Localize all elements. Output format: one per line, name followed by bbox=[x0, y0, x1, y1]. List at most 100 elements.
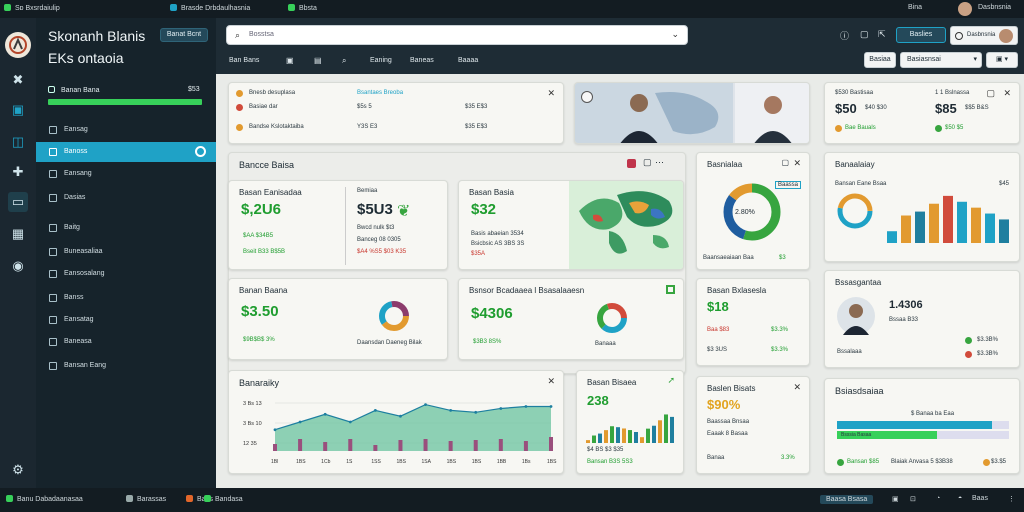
message-icon[interactable]: ▭ bbox=[8, 192, 28, 212]
area-bar bbox=[498, 439, 503, 451]
mic-icon[interactable] bbox=[581, 91, 593, 103]
area-chart: 3 Bs 13 3 Bs 10 12 35 1Bl 1BS 1Cb 1S 1SS 1BS 1SA 1… bbox=[243, 401, 557, 465]
taskbar: Banu Dabadaanasaa Barassas Bans Bandasa … bbox=[0, 488, 1024, 512]
image-icon[interactable]: ▤ bbox=[314, 56, 322, 65]
sidebar-item-3[interactable]: Dasias bbox=[36, 188, 216, 208]
globe-icon[interactable]: ◉ bbox=[8, 256, 28, 276]
kpi6-r1a: Baa $83 bbox=[707, 327, 730, 333]
sidebar-item-4[interactable]: Baitg bbox=[36, 218, 216, 238]
camera-icon[interactable]: ▣ bbox=[286, 56, 294, 65]
donut-card: Basnialaa ▢ ✕ Baassa 2.80% Baansaeaiaan … bbox=[696, 152, 810, 270]
bell-icon[interactable]: ◓ bbox=[958, 495, 962, 502]
sidebar-item-2[interactable]: Eansang bbox=[36, 164, 216, 184]
more-icon[interactable]: ⋮ bbox=[1008, 495, 1015, 503]
window-icon[interactable]: ▣ bbox=[8, 100, 28, 120]
sidebar-progress bbox=[48, 99, 202, 105]
brand-line-1: Skonanh Blanis bbox=[48, 28, 146, 44]
kpi5-title: Bsnsor Bcadaaea l Bsasalaaesn bbox=[469, 286, 585, 295]
sidebar-item-10[interactable]: Bansan Eang bbox=[36, 356, 216, 376]
sidebar-item-1[interactable]: Banoss bbox=[36, 142, 216, 162]
sidebar-header: Banan Bana bbox=[48, 86, 100, 94]
filter-button[interactable]: Basiaa bbox=[864, 52, 896, 68]
kpi6-value: $18 bbox=[707, 299, 729, 314]
progress-right: $3.$5 bbox=[991, 459, 1007, 465]
kpi1-value: $,2U6 bbox=[241, 201, 282, 218]
kpi7-d3: Banaa bbox=[707, 455, 725, 461]
user-label: Bina bbox=[908, 4, 923, 11]
bar-chart-card: Banaalaiay Bansan Eane Bsaa $45 bbox=[824, 152, 1020, 262]
copy-icon[interactable]: ▢ bbox=[781, 158, 789, 167]
nav-item-2[interactable]: Baneas bbox=[410, 57, 434, 64]
sidebar-item-9[interactable]: Baneasa bbox=[36, 332, 216, 352]
sidebar-header-count: $53 bbox=[188, 86, 200, 93]
logo-icon bbox=[5, 32, 31, 58]
search-input[interactable]: ⌕ Bosstsa ⌄ bbox=[226, 25, 688, 45]
sidebar-item-0[interactable]: Eansag bbox=[36, 120, 216, 140]
x-tick-label: 1BB bbox=[497, 459, 507, 465]
tools-icon[interactable]: ✖ bbox=[8, 70, 28, 90]
chart-icon[interactable]: ◫ bbox=[8, 132, 28, 152]
user-icon[interactable]: ◔ bbox=[936, 495, 940, 502]
video-tile-2[interactable] bbox=[735, 83, 809, 143]
sidebar-item-7[interactable]: Banss bbox=[36, 288, 216, 308]
bars-card: Basan Bisaea ➚ 238 $4 BS $3 $35 Bansan B… bbox=[576, 370, 684, 474]
account-button[interactable]: Baslies bbox=[896, 27, 946, 43]
minimize-icon[interactable]: ▢ bbox=[986, 88, 995, 99]
wrench-icon[interactable]: ✚ bbox=[8, 162, 28, 182]
network-icon[interactable]: ▣ bbox=[892, 495, 899, 503]
sound-icon[interactable]: ⊡ bbox=[910, 495, 916, 503]
briefcase-icon[interactable]: ▦ bbox=[8, 224, 28, 244]
more-icon[interactable]: ⋯ bbox=[655, 157, 664, 168]
alert-row1-name: Bnesb desuplasa bbox=[249, 90, 296, 96]
settings-icon[interactable]: ⚙ bbox=[8, 460, 28, 480]
view-toggle[interactable]: ▣ ▾ bbox=[986, 52, 1018, 68]
y-tick-label: 3 Bs 13 bbox=[243, 401, 262, 407]
nav-item-3[interactable]: Baaaa bbox=[458, 57, 478, 64]
copy-icon[interactable]: ▢ bbox=[643, 157, 652, 168]
taskbar-tab-1[interactable]: Barassas bbox=[126, 495, 166, 503]
search-small-icon[interactable]: ⌕ bbox=[342, 56, 346, 66]
taskbar-right-button[interactable]: Baasa Bsasa bbox=[820, 495, 874, 504]
kpi5-footer: Banaaa bbox=[595, 341, 616, 347]
person-card-title: Bssasgantaa bbox=[835, 278, 882, 287]
area-bar bbox=[298, 439, 303, 451]
flag-icon[interactable] bbox=[627, 159, 636, 168]
os-tab-2[interactable]: Bbsta bbox=[288, 4, 317, 12]
profile-chip[interactable]: Dasbnsnia bbox=[950, 26, 1018, 45]
sidebar-item-5[interactable]: Buneasaliaa bbox=[36, 242, 216, 262]
bar-chart bbox=[887, 195, 1009, 243]
area-bar bbox=[398, 440, 403, 451]
close-icon[interactable]: ✕ bbox=[793, 382, 801, 393]
stat1-label: $530 Bastisaa bbox=[835, 90, 874, 96]
profile-label[interactable]: Dasbnsnia bbox=[978, 4, 1011, 11]
sidebar-item-8[interactable]: Eansatag bbox=[36, 310, 216, 330]
close-icon[interactable]: ✕ bbox=[547, 88, 555, 99]
top-button[interactable]: Banat Bcnt bbox=[160, 28, 208, 42]
area-bar bbox=[273, 444, 277, 451]
x-tick-label: 1BS bbox=[447, 459, 457, 465]
area-point bbox=[549, 405, 553, 408]
checkbox-icon[interactable] bbox=[666, 285, 675, 294]
progress-mid: Blaiak Anvasa 5 $3B38 bbox=[891, 459, 953, 465]
mini-bar bbox=[616, 427, 620, 443]
taskbar-start[interactable]: Banu Dabadaanasaa bbox=[6, 495, 83, 503]
copy-icon[interactable]: ▢ bbox=[860, 29, 869, 40]
os-tab-1[interactable]: Brasde Drbdaulhasnia bbox=[170, 4, 250, 12]
close-icon[interactable]: ✕ bbox=[793, 158, 801, 169]
share-icon[interactable]: ⇱ bbox=[878, 29, 886, 40]
taskbar-tab-3[interactable]: Bandasa bbox=[204, 495, 243, 503]
nav-item-0[interactable]: Ban Bans bbox=[229, 57, 259, 64]
nav-item-1[interactable]: Eaning bbox=[370, 57, 392, 64]
avatar-icon[interactable] bbox=[958, 2, 972, 16]
period-select[interactable]: Basiasnsai ▾ bbox=[900, 52, 982, 68]
info-icon[interactable]: ⓘ bbox=[840, 29, 849, 42]
donut-footer: Baansaeaiaan Baa bbox=[703, 255, 754, 261]
alert-row2-a: $5s 5 bbox=[357, 104, 372, 110]
x-tick-label: 1BS bbox=[472, 459, 482, 465]
bar bbox=[999, 219, 1009, 243]
alert-row1-link[interactable]: Bsantaes Breoba bbox=[357, 90, 403, 96]
close-icon[interactable]: ✕ bbox=[1003, 88, 1011, 99]
sidebar-item-6[interactable]: Eansosalang bbox=[36, 264, 216, 284]
area-bar bbox=[373, 445, 378, 451]
video-tile-1[interactable] bbox=[575, 83, 733, 143]
